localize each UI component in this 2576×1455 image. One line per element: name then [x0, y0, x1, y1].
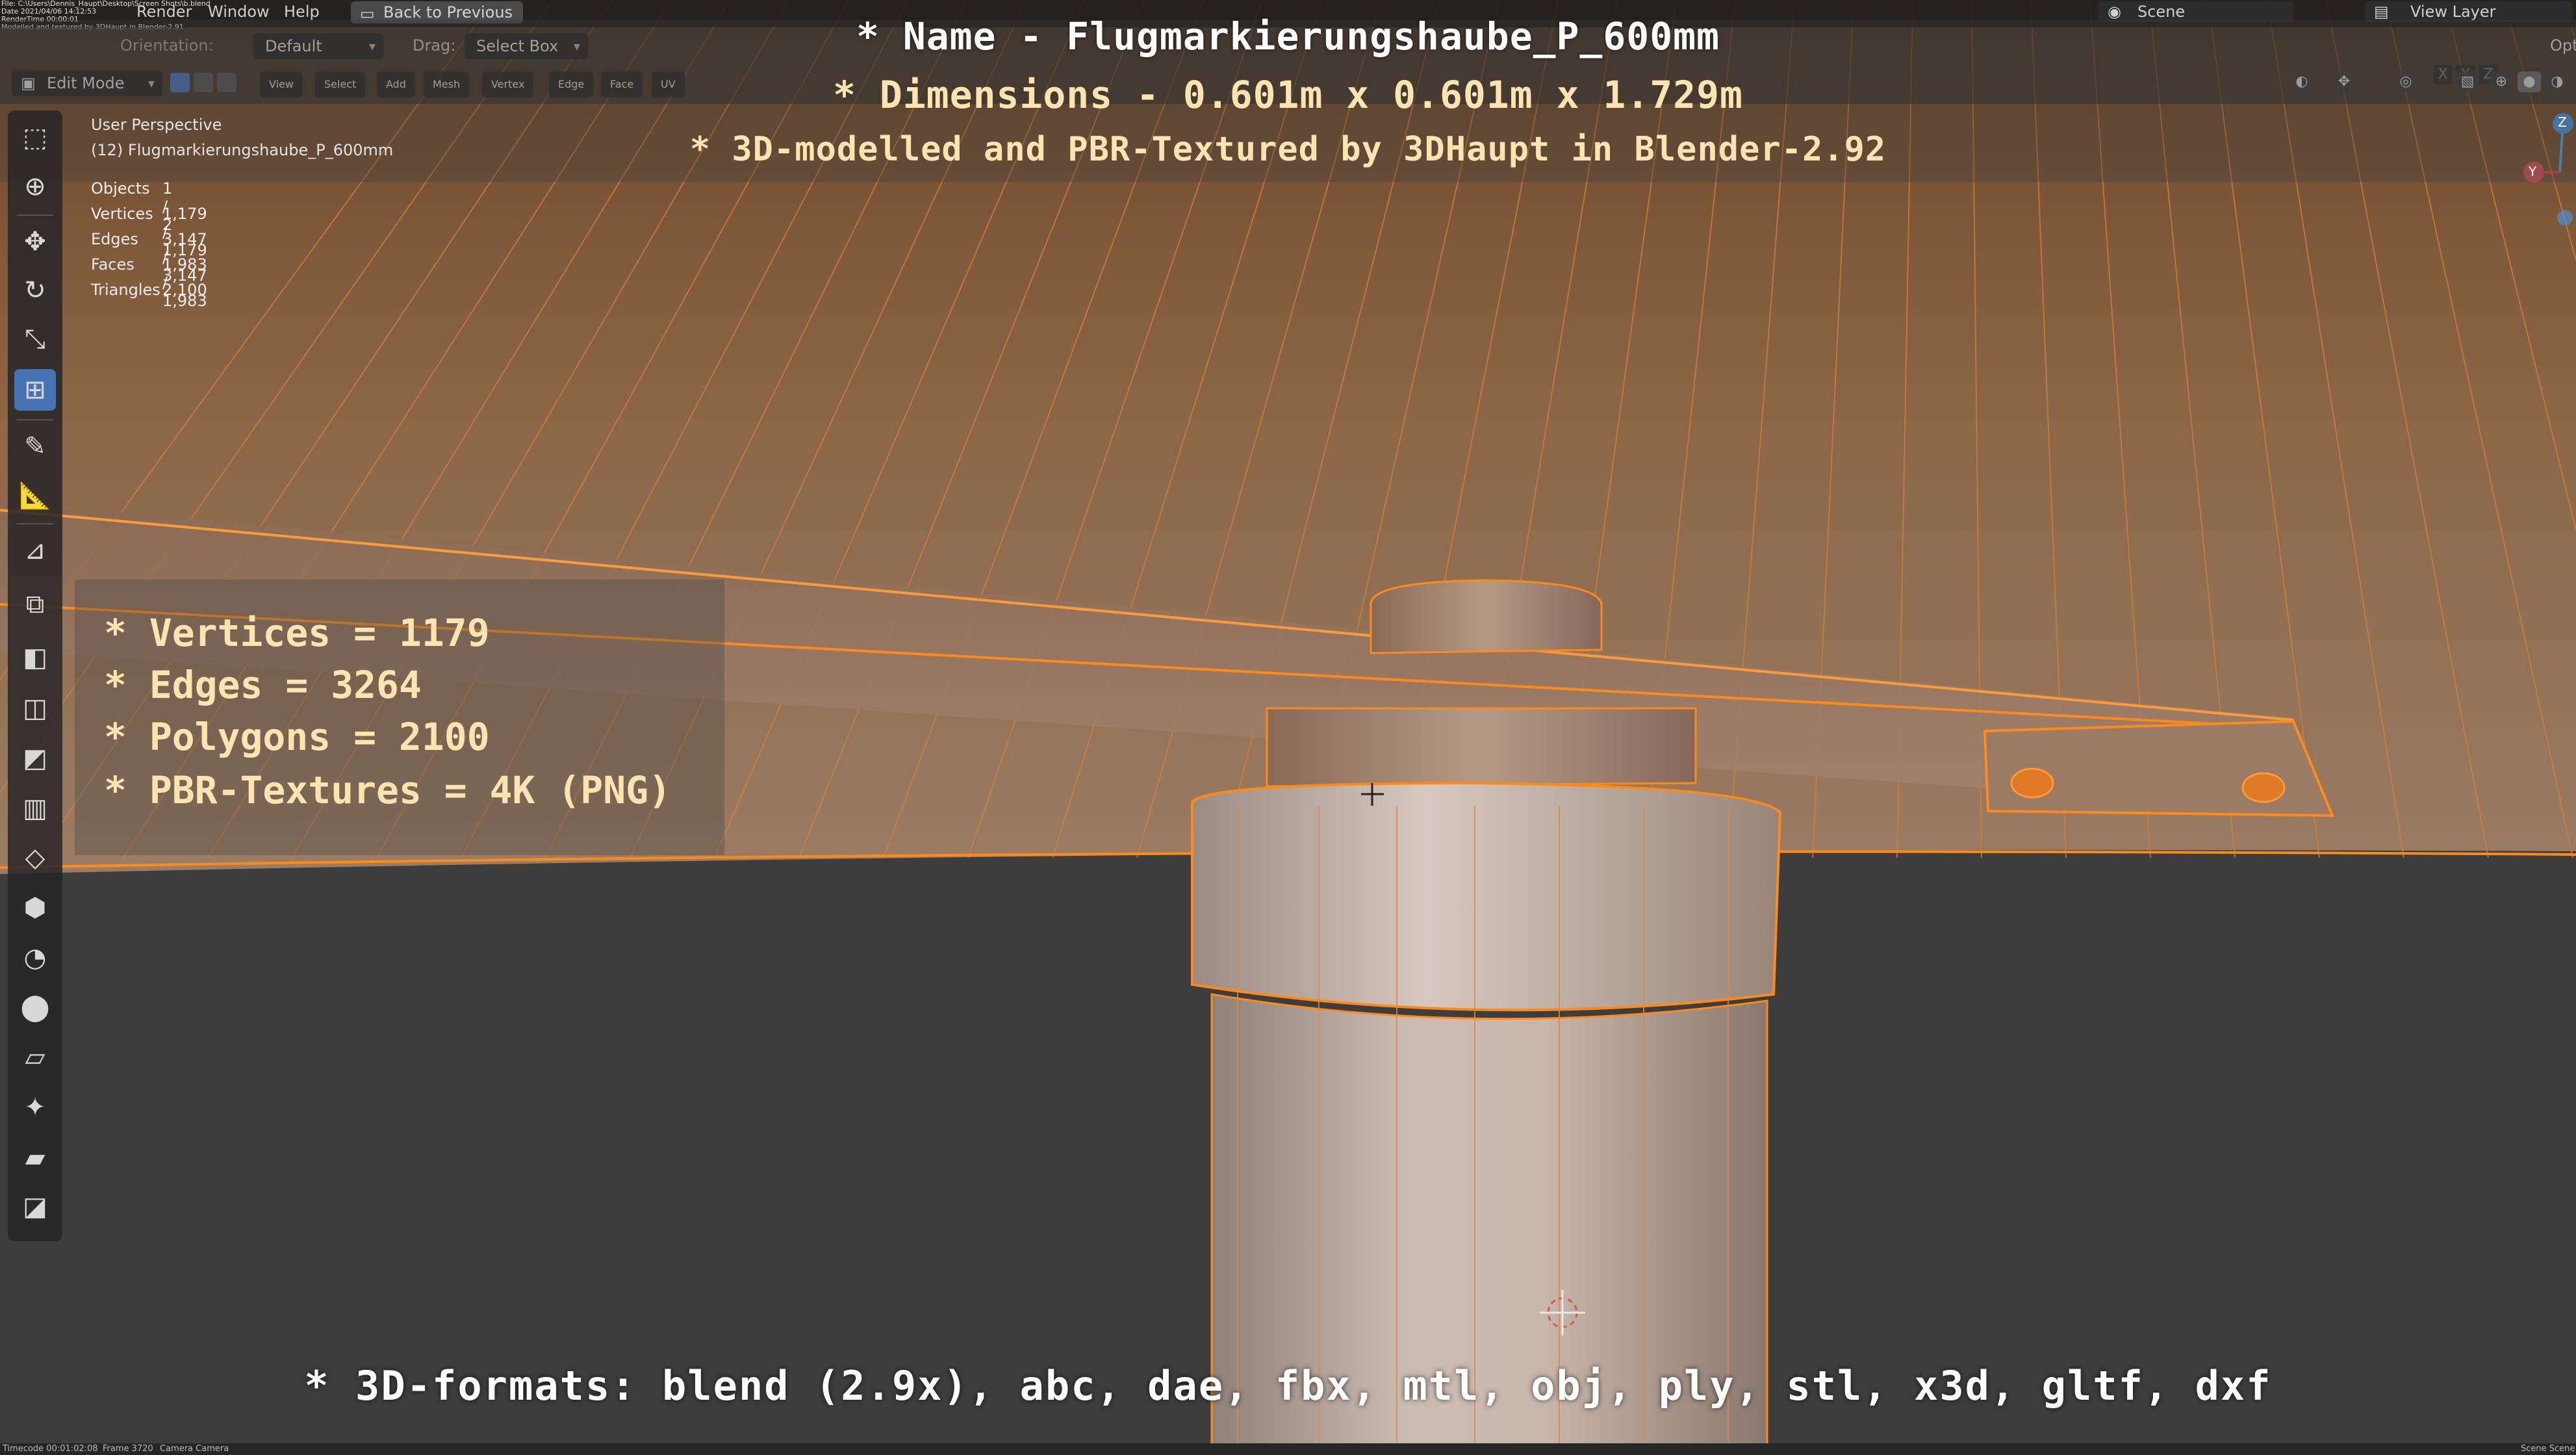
- select-box-icon[interactable]: ⬚: [14, 117, 56, 159]
- timecode-label: Timecode 00:01:02:08: [3, 1444, 98, 1454]
- cylinder-head: [1191, 781, 1782, 1012]
- collar: [1266, 707, 1697, 788]
- status-bar: Timecode 00:01:02:08 Frame 3720 Camera C…: [0, 1443, 2576, 1455]
- extrude-icon[interactable]: ⧉: [14, 584, 56, 625]
- camera-label: Camera Camera: [160, 1444, 229, 1454]
- smooth-icon[interactable]: ⬤: [14, 986, 56, 1028]
- extrude-region-icon[interactable]: ◧: [14, 637, 56, 678]
- scene-status-label: Scene Scene: [2521, 1444, 2575, 1454]
- model-dimensions: * Dimensions - 0.601m x 0.601m x 1.729m: [833, 73, 1743, 117]
- rivet-left: [2010, 767, 2054, 799]
- frame-label: Frame 3720: [103, 1444, 153, 1454]
- stat-label: Faces: [91, 255, 134, 274]
- feature-vertices: * Vertices = 1179: [104, 611, 490, 655]
- loop-cut-icon[interactable]: ▥: [14, 788, 56, 829]
- feature-textures: * PBR-Textures = 4K (PNG): [104, 768, 671, 812]
- gizmo-y-label[interactable]: Y: [2529, 164, 2536, 179]
- edge-slide-icon[interactable]: ▱: [14, 1037, 56, 1078]
- move-tool-icon[interactable]: ✥: [14, 221, 56, 263]
- tool-shelf: ⬚ ⊕ ✥ ↻ ⤡ ⊞ ✎ 📐 ⊿ ⧉ ◧ ◫ ◩ ▥ ◇ ⬢ ◔ ⬤ ▱ ✦ …: [8, 110, 62, 1241]
- knob: [1370, 579, 1603, 654]
- measure-tool-icon[interactable]: 📐: [14, 474, 56, 516]
- toolbar-divider: [17, 214, 53, 216]
- add-cube-icon[interactable]: ⊿: [14, 530, 56, 571]
- transform-tool-icon[interactable]: ⊞: [14, 369, 56, 411]
- feature-polygons: * Polygons = 2100: [104, 715, 490, 759]
- annotate-tool-icon[interactable]: ✎: [14, 426, 56, 467]
- shear-icon[interactable]: ▰: [14, 1137, 56, 1179]
- stat-label: Objects: [91, 179, 150, 198]
- stat-label: Edges: [91, 230, 138, 248]
- rivet-right: [2241, 772, 2286, 803]
- model-name-title: * Name - Flugmarkierungshaube_P_600mm: [856, 14, 1720, 58]
- scale-tool-icon[interactable]: ⤡: [14, 318, 56, 360]
- active-object-label: (12) Flugmarkierungshaube_P_600mm: [91, 141, 394, 159]
- rotate-tool-icon[interactable]: ↻: [14, 270, 56, 311]
- bevel-icon[interactable]: ◩: [14, 738, 56, 779]
- inset-faces-icon[interactable]: ◫: [14, 688, 56, 729]
- toolbar-divider: [17, 419, 53, 420]
- toolbar-divider: [17, 523, 53, 524]
- cursor-tool-icon[interactable]: ⊕: [14, 166, 56, 207]
- shrink-fatten-icon[interactable]: ✦: [14, 1087, 56, 1128]
- stat-label: Vertices: [91, 205, 153, 223]
- feature-edges: * Edges = 3264: [104, 663, 422, 707]
- stat-value: 2,100: [162, 281, 207, 299]
- gizmo-z-label[interactable]: Z: [2558, 114, 2567, 130]
- spin-icon[interactable]: ◔: [14, 937, 56, 979]
- poly-build-icon[interactable]: ⬢: [14, 887, 56, 929]
- viewport-perspective-label: User Perspective: [91, 116, 222, 134]
- stat-label: Triangles: [91, 281, 160, 299]
- knife-icon[interactable]: ◇: [14, 837, 56, 879]
- rip-region-icon[interactable]: ◪: [14, 1186, 56, 1228]
- formats-caption: * 3D-formats: blend (2.9x), abc, dae, fb…: [304, 1362, 2272, 1410]
